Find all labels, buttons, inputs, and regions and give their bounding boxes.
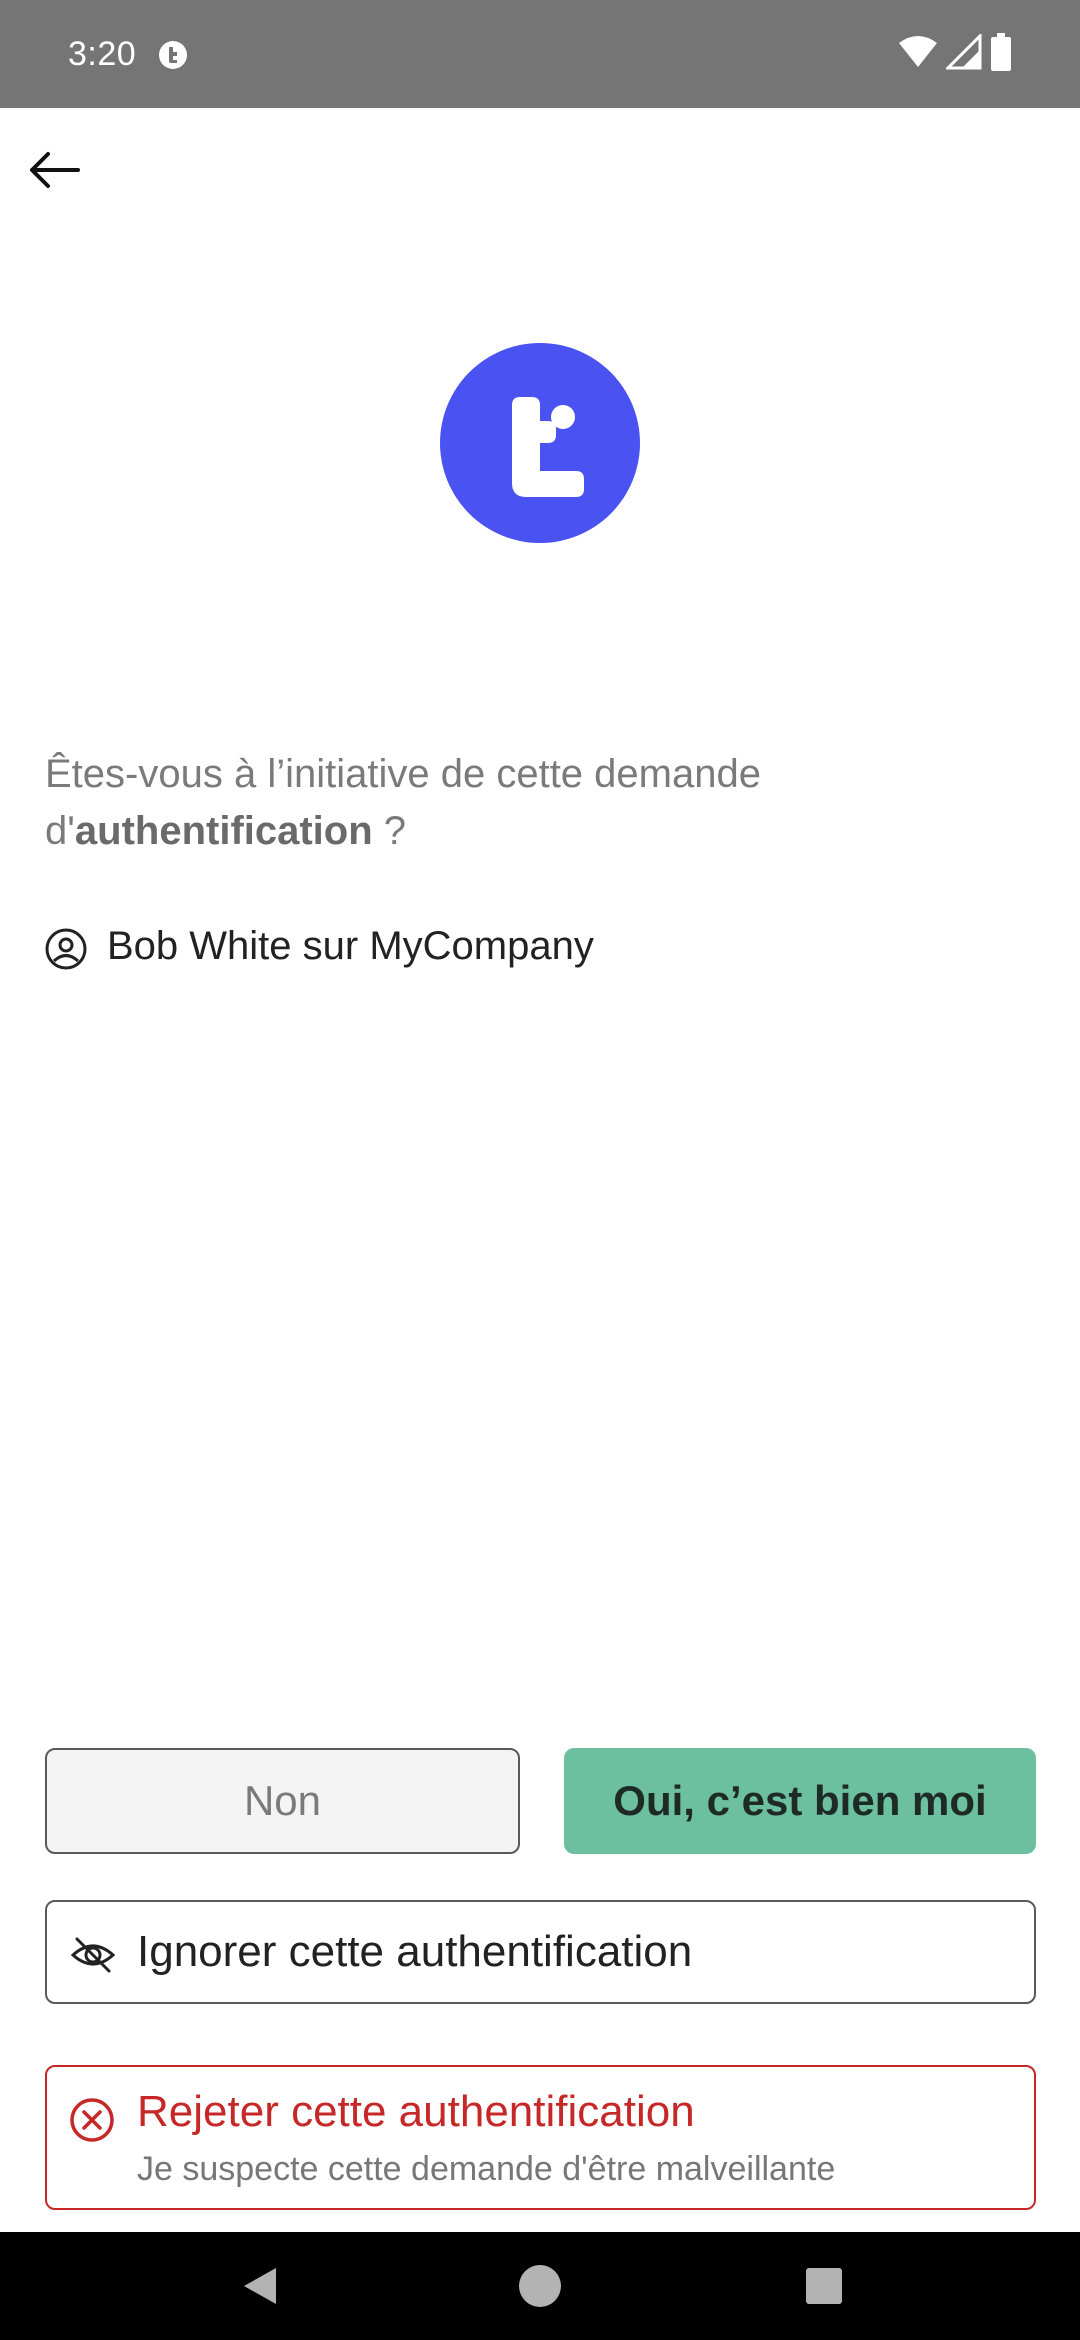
back-button[interactable] bbox=[22, 140, 86, 204]
arrow-left-icon bbox=[28, 150, 80, 195]
ignore-label: Ignorer cette authentification bbox=[137, 1927, 693, 1976]
yes-button[interactable]: Oui, c’est bien moi bbox=[564, 1748, 1036, 1854]
auth-request-screen: 3:20 Êtes-vous à l’initiative de cette d… bbox=[0, 0, 1080, 2340]
auth-question-suffix: ? bbox=[372, 809, 407, 853]
account-label: Bob White sur MyCompany bbox=[107, 924, 594, 968]
signal-icon bbox=[944, 31, 982, 75]
reject-button[interactable]: Rejeter cette authentification Je suspec… bbox=[45, 2065, 1036, 2210]
status-bar: 3:20 bbox=[0, 0, 1080, 108]
no-button[interactable]: Non bbox=[45, 1748, 520, 1854]
notification-app-icon bbox=[158, 40, 188, 70]
ignore-button[interactable]: Ignorer cette authentification bbox=[45, 1900, 1036, 2004]
reject-title: Rejeter cette authentification bbox=[137, 2087, 695, 2136]
x-circle-icon bbox=[69, 2097, 115, 2143]
nav-home-icon[interactable] bbox=[516, 2262, 564, 2310]
auth-question-bold: authentification bbox=[74, 809, 373, 853]
status-icons bbox=[898, 31, 1012, 76]
nav-back-icon[interactable] bbox=[236, 2262, 284, 2310]
nav-recents-icon[interactable] bbox=[804, 2266, 844, 2306]
reject-subtitle: Je suspecte cette demande d'être malveil… bbox=[137, 2150, 836, 2188]
user-circle-icon bbox=[45, 928, 87, 970]
auth-question: Êtes-vous à l’initiative de cette demand… bbox=[45, 746, 1005, 860]
eye-off-icon bbox=[69, 1931, 117, 1979]
battery-icon bbox=[990, 32, 1012, 76]
app-logo bbox=[440, 343, 640, 543]
status-time: 3:20 bbox=[68, 35, 137, 73]
account-row: Bob White sur MyCompany bbox=[45, 916, 594, 976]
wifi-icon bbox=[898, 35, 938, 74]
system-nav-bar bbox=[0, 2232, 1080, 2340]
